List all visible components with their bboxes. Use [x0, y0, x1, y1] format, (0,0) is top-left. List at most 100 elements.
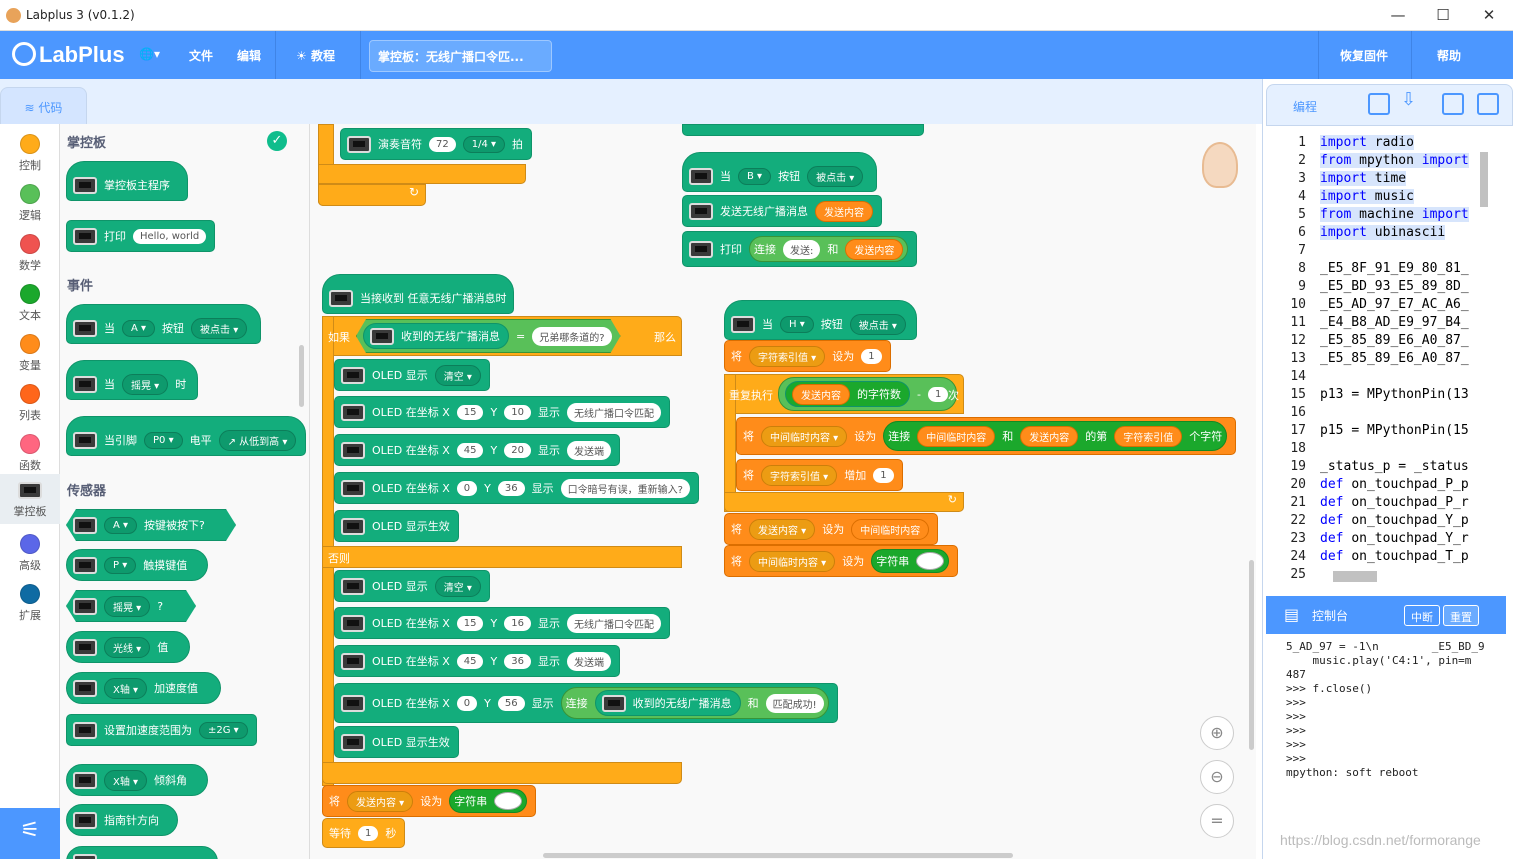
- block-input[interactable]: 56: [497, 695, 525, 711]
- block-input[interactable]: 0: [456, 695, 478, 711]
- tab-code[interactable]: ≋ 代码: [0, 87, 87, 124]
- variable-reporter[interactable]: 发送内容: [792, 383, 850, 405]
- language-menu[interactable]: 🌐▾: [139, 47, 160, 61]
- block-input[interactable]: 0: [456, 480, 478, 496]
- block-touch-value[interactable]: P 触摸键值: [66, 549, 208, 581]
- menu-help[interactable]: 帮助: [1437, 47, 1461, 64]
- block-when-button[interactable]: 当A 按钮被点击: [66, 304, 261, 344]
- layout-right-icon[interactable]: [1442, 93, 1464, 115]
- block-input[interactable]: 45: [456, 653, 484, 669]
- block-when-receive[interactable]: 当接收到 任意无线广播消息时: [322, 274, 514, 314]
- block-dropdown[interactable]: B: [738, 167, 772, 185]
- interrupt-button[interactable]: 中断: [1404, 605, 1440, 626]
- string-input[interactable]: [916, 552, 945, 570]
- variable-dropdown[interactable]: 字符索引值: [749, 345, 826, 367]
- block-input[interactable]: 发送:: [783, 239, 821, 259]
- block-dropdown[interactable]: A: [122, 319, 156, 337]
- category-control[interactable]: 控制: [0, 129, 60, 179]
- menu-tutorial[interactable]: ☀ 教程: [296, 47, 335, 64]
- code-line[interactable]: _status_p = _status: [1320, 459, 1469, 474]
- variable-reporter[interactable]: 中间临时内容: [851, 518, 930, 540]
- code-editor[interactable]: 1 import radio 2 from mpython import 3 import…: [1266, 131, 1506, 584]
- variable-dropdown[interactable]: 字符索引值: [761, 464, 838, 486]
- block-oled-text[interactable]: OLED 在坐标 X 45 Y 20 显示 发送端: [334, 434, 620, 466]
- block-oled-effect[interactable]: OLED 显示生效: [334, 510, 459, 542]
- block-print-join[interactable]: 打印 连接 发送: 和发送内容: [682, 231, 918, 267]
- block-input[interactable]: Hello, world: [133, 228, 207, 244]
- block-dropdown[interactable]: 被点击: [191, 317, 248, 339]
- flyout-scrollbar[interactable]: [299, 345, 304, 407]
- block-when-button-b[interactable]: 当B 按钮被点击: [682, 152, 877, 192]
- code-line[interactable]: import ubinascii: [1320, 225, 1446, 240]
- join-block[interactable]: 连接 收到的无线广播消息 和匹配成功!: [560, 687, 829, 719]
- length-block[interactable]: 发送内容 的字符数: [785, 381, 910, 407]
- variable-reporter[interactable]: 字符索引值: [1114, 425, 1183, 447]
- code-horizontal-scrollbar[interactable]: [1333, 571, 1377, 582]
- menu-edit[interactable]: 编辑: [237, 47, 261, 64]
- block-input[interactable]: 发送端: [566, 440, 611, 460]
- block-oled-clear[interactable]: OLED 显示 清空: [334, 359, 490, 391]
- received-reporter[interactable]: 收到的无线广播消息: [363, 323, 509, 349]
- block-input[interactable]: 10: [504, 404, 531, 420]
- block-input[interactable]: 匹配成功!: [765, 693, 824, 713]
- menu-file[interactable]: 文件: [189, 47, 213, 64]
- block-dropdown[interactable]: X轴: [104, 677, 148, 699]
- block-when-shake[interactable]: 当摇晃时: [66, 360, 198, 400]
- code-line[interactable]: _E5_85_89_E6_A0_87_: [1320, 351, 1469, 366]
- block-oled-text[interactable]: OLED 在坐标 X 0 Y 36 显示 口令暗号有误，重新输入?: [334, 472, 699, 504]
- menu-restore-firmware[interactable]: 恢复固件: [1340, 47, 1388, 64]
- block-oled-text-join[interactable]: OLED 在坐标 X 0 Y 56 显示 连接 收到的无线广播消息 和匹配成功!: [334, 683, 838, 723]
- block-oled-text[interactable]: OLED 在坐标 X 45 Y 36 显示 发送端: [334, 645, 620, 677]
- block-send-broadcast[interactable]: 发送无线广播消息 发送内容: [682, 195, 882, 227]
- block-light-value[interactable]: 光线值: [66, 631, 190, 663]
- block-when-pin[interactable]: 当引脚 P0 电平 ↗ 从低到高: [66, 416, 306, 456]
- block-dropdown[interactable]: 摇晃: [104, 596, 150, 617]
- code-line[interactable]: _E4_B8_AD_E9_97_B4_: [1320, 315, 1469, 330]
- block-input[interactable]: 无线广播口令匹配: [566, 613, 661, 633]
- block-input[interactable]: 发送端: [566, 651, 611, 671]
- code-line[interactable]: import radio: [1320, 135, 1414, 150]
- block-oled-effect[interactable]: OLED 显示生效: [334, 726, 459, 758]
- block-dropdown[interactable]: X轴: [104, 769, 148, 791]
- string-input[interactable]: [494, 792, 523, 810]
- string-block[interactable]: 字符串: [449, 789, 528, 813]
- code-line[interactable]: from mpython import: [1320, 153, 1469, 168]
- variable-dropdown[interactable]: 中间临时内容: [749, 550, 836, 572]
- category-text[interactable]: 文本: [0, 279, 60, 329]
- category-extensions[interactable]: 扩展: [0, 579, 60, 629]
- category-board[interactable]: 掌控板: [0, 474, 60, 524]
- block-dropdown[interactable]: 1/4: [462, 135, 506, 153]
- block-dropdown[interactable]: ↗ 从低到高: [218, 429, 297, 451]
- code-vertical-scrollbar[interactable]: [1480, 152, 1488, 207]
- add-extension-button[interactable]: ⚟: [0, 808, 60, 859]
- block-input[interactable]: 20: [504, 442, 531, 458]
- join-block[interactable]: 连接 中间临时内容和发送内容 的第 字符索引值 个字符: [883, 421, 1228, 451]
- block-input[interactable]: 15: [456, 404, 484, 420]
- block-dropdown[interactable]: 清空: [434, 364, 481, 386]
- block-change-variable[interactable]: 将字符索引值增加 1: [736, 459, 903, 491]
- block-button-pressed[interactable]: A 按键被按下?: [66, 509, 236, 541]
- block-input[interactable]: 36: [504, 653, 531, 669]
- block-dropdown[interactable]: 摇晃: [122, 373, 169, 395]
- variable-reporter[interactable]: 中间临时内容: [917, 425, 996, 447]
- block-dropdown[interactable]: ±2G: [199, 721, 248, 739]
- download-icon[interactable]: ⇩: [1401, 89, 1423, 111]
- block-dropdown[interactable]: P0: [144, 431, 183, 449]
- code-line[interactable]: from machine import: [1320, 207, 1469, 222]
- block-dropdown[interactable]: 光线: [104, 636, 151, 658]
- block-input[interactable]: 1: [873, 467, 894, 483]
- code-line[interactable]: _E5_BD_93_E5_89_8D_: [1320, 279, 1469, 294]
- block-oled-clear[interactable]: OLED 显示 清空: [334, 570, 490, 602]
- block-set-variable[interactable]: 将中间临时内容设为连接中间临时内容和发送内容的第字符索引值个字符: [736, 417, 1237, 455]
- block-dropdown[interactable]: A: [104, 517, 137, 534]
- code-line[interactable]: p15 = MPythonPin(15: [1320, 423, 1469, 438]
- received-reporter[interactable]: 收到的无线广播消息: [594, 690, 741, 716]
- layout-split-icon[interactable]: [1477, 93, 1499, 115]
- compare-block[interactable]: 收到的无线广播消息 = 兄弟哪条道的?: [356, 319, 621, 353]
- block-partial[interactable]: [66, 846, 218, 859]
- block-input[interactable]: 1: [861, 348, 882, 364]
- category-logic[interactable]: 逻辑: [0, 179, 60, 229]
- code-line[interactable]: import time: [1320, 171, 1407, 186]
- code-line[interactable]: _E5_85_89_E6_A0_87_: [1320, 333, 1469, 348]
- block-set-accel-range[interactable]: 设置加速度范围为 ±2G: [66, 714, 257, 746]
